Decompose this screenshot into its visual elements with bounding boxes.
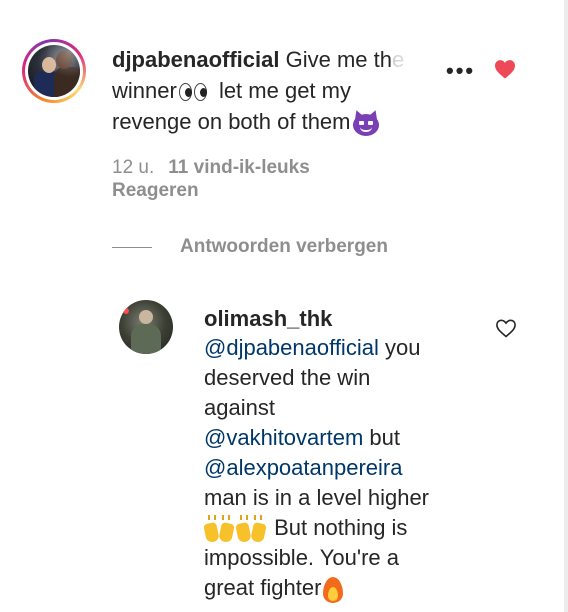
reply-text: But nothing is bbox=[274, 515, 408, 540]
mention-link[interactable]: @djpabenaofficial bbox=[204, 335, 379, 360]
heart-filled-icon[interactable] bbox=[494, 59, 516, 79]
scrollbar-track[interactable] bbox=[564, 0, 568, 612]
comment-timestamp[interactable]: 12 u. bbox=[112, 157, 154, 178]
reply-text: but bbox=[369, 425, 400, 450]
comment-username[interactable]: djpabenaofficial bbox=[112, 47, 279, 72]
comment-text-line2: winner bbox=[112, 78, 177, 103]
raising-hands-emoji-icon bbox=[203, 515, 235, 544]
more-options-icon[interactable]: ••• bbox=[446, 60, 475, 82]
mention-link[interactable]: @alexpoatanpereira bbox=[204, 455, 402, 480]
raising-hands-emoji-icon bbox=[235, 515, 267, 544]
reply-button[interactable]: Reageren bbox=[112, 180, 199, 202]
reply-avatar[interactable] bbox=[119, 300, 173, 354]
mention-link[interactable]: @vakhitovartem bbox=[204, 425, 363, 450]
comment-text-line3: revenge on both of them bbox=[112, 109, 351, 134]
reply-body: @djpabenaofficial you deserved the win a… bbox=[203, 333, 430, 604]
reply-username[interactable]: olimash_thk bbox=[204, 306, 332, 332]
smiling-devil-emoji-icon bbox=[351, 108, 380, 137]
fire-emoji-icon bbox=[322, 575, 344, 604]
reply-text: impossible. You're a bbox=[204, 545, 399, 570]
comment-avatar[interactable] bbox=[22, 39, 86, 103]
reply-text: deserved the win bbox=[204, 365, 371, 390]
reply-text: you bbox=[384, 335, 421, 360]
reply-text: great fighter bbox=[204, 575, 322, 600]
hide-replies-button[interactable]: Antwoorden verbergen bbox=[112, 236, 388, 258]
text-fade-overlay bbox=[392, 44, 452, 76]
comment-text-line1: Give me th bbox=[285, 47, 392, 72]
hide-replies-label: Antwoorden verbergen bbox=[180, 236, 388, 257]
reply-text: against bbox=[204, 395, 275, 420]
eyes-emoji-icon bbox=[178, 83, 209, 102]
comment-text-line2-after: let me get my bbox=[218, 78, 351, 103]
comments-panel: djpabenaofficial Give me the winner let … bbox=[0, 0, 568, 612]
heart-outline-icon[interactable] bbox=[495, 318, 517, 338]
reply-text: man is in a level higher bbox=[204, 485, 430, 510]
comment-meta: 12 u. 11 vind-ik-leuks bbox=[112, 157, 310, 179]
comment-likes-count[interactable]: 11 vind-ik-leuks bbox=[168, 157, 310, 178]
divider-line bbox=[112, 246, 152, 248]
